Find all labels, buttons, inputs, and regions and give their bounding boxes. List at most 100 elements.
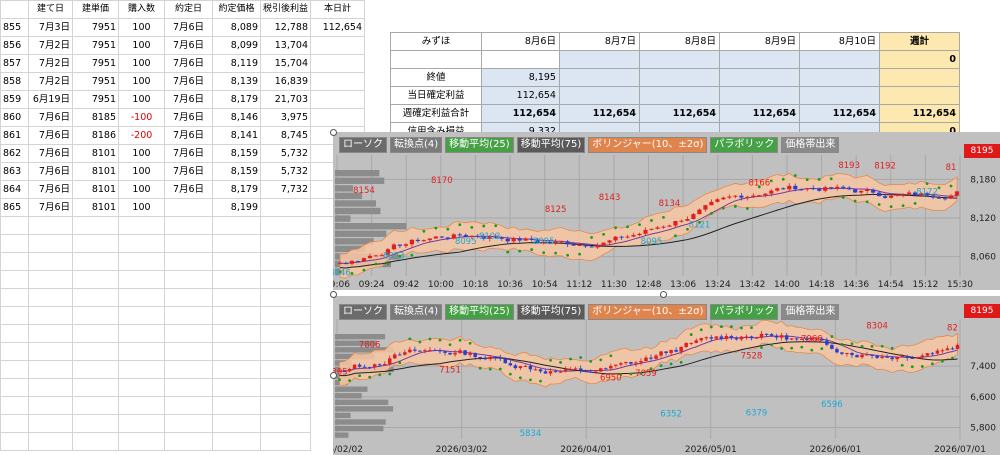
empty-row[interactable]	[0, 396, 365, 415]
cell-empty[interactable]	[0, 216, 29, 235]
cell-profit[interactable]: 5,732	[259, 144, 312, 163]
cell-sprice[interactable]: 8,139	[212, 72, 261, 91]
cell-empty[interactable]	[72, 414, 119, 433]
ma75-toggle[interactable]: 移動平均(75)	[516, 304, 586, 320]
bollinger-toggle[interactable]: ボリンジャー(10、±2σ)	[588, 304, 708, 320]
cell-qty[interactable]: -100	[118, 108, 165, 127]
cell-empty[interactable]	[118, 252, 165, 271]
cell-price[interactable]: 8101	[72, 162, 119, 181]
cell-empty[interactable]	[259, 324, 312, 343]
cell-sprice[interactable]: 8,089	[212, 18, 261, 37]
resize-handle[interactable]	[330, 129, 337, 136]
cell-price[interactable]: 7951	[72, 54, 119, 73]
table-row[interactable]: 859 6月19日 7951 100 7月6日 8,179 21,703	[0, 90, 366, 109]
cell-profit[interactable]: 5,732	[259, 162, 312, 181]
cell-empty[interactable]	[28, 414, 73, 433]
cell-empty[interactable]	[72, 234, 119, 253]
cell-empty[interactable]	[164, 396, 213, 415]
cell-empty[interactable]	[72, 288, 119, 307]
cell-qty[interactable]: 100	[118, 18, 165, 37]
cell-empty[interactable]	[0, 360, 29, 379]
turn-point-toggle[interactable]: 転換点(4)	[390, 137, 443, 153]
cell-no[interactable]: 860	[0, 108, 29, 127]
cell-empty[interactable]	[164, 378, 213, 397]
cell-empty[interactable]	[28, 342, 73, 361]
resize-handle[interactable]	[330, 291, 337, 298]
cell-empty[interactable]	[118, 396, 165, 415]
cell-price[interactable]: 7951	[72, 18, 119, 37]
cell-no[interactable]: 858	[0, 72, 29, 91]
cell-sprice[interactable]: 8,099	[212, 36, 261, 55]
cell-empty[interactable]	[28, 234, 73, 253]
cell-no[interactable]: 864	[0, 180, 29, 199]
cell-qty[interactable]: 100	[118, 180, 165, 199]
cell-today[interactable]	[310, 54, 366, 73]
cell-empty[interactable]	[0, 378, 29, 397]
cell-today[interactable]	[310, 90, 366, 109]
cell-empty[interactable]	[28, 396, 73, 415]
cell-qty[interactable]: 100	[118, 54, 165, 73]
cell-empty[interactable]	[164, 234, 213, 253]
cell-sprice[interactable]: 8,146	[212, 108, 261, 127]
cell-sprice[interactable]: 8,179	[212, 90, 261, 109]
cell-empty[interactable]	[0, 288, 29, 307]
cell-qty[interactable]: 100	[118, 198, 165, 217]
empty-row[interactable]	[0, 252, 365, 271]
table-row[interactable]: 863 7月6日 8101 100 7月6日 8,159 5,732	[0, 162, 366, 181]
volume-profile-toggle[interactable]: 価格帯出来	[781, 304, 840, 320]
cell-date[interactable]: 7月2日	[28, 72, 73, 91]
summary-cell[interactable]: 8,195	[480, 68, 560, 87]
week-cell[interactable]	[878, 86, 960, 105]
cell-empty[interactable]	[0, 432, 29, 451]
cell-settle[interactable]: 7月6日	[164, 162, 213, 181]
cell-price[interactable]: 8186	[72, 126, 119, 145]
cell-empty[interactable]	[72, 342, 119, 361]
cell-profit[interactable]	[259, 198, 312, 217]
summary-cell[interactable]	[718, 68, 800, 87]
cell-date[interactable]: 7月6日	[28, 162, 73, 181]
daily-chart[interactable]: 2026/02/02 2026/03/02 2026/04/01 2026/05/01…	[333, 296, 1000, 455]
table-row[interactable]: 855 7月3日 7951 100 7月6日 8,089 12,788 112,654	[0, 18, 366, 37]
cell-empty[interactable]	[72, 252, 119, 271]
summary-cell[interactable]	[558, 86, 640, 105]
cell-settle[interactable]: 7月6日	[164, 180, 213, 199]
cell-empty[interactable]	[118, 216, 165, 235]
ma75-toggle[interactable]: 移動平均(75)	[516, 137, 586, 153]
cell-date[interactable]: 7月6日	[28, 144, 73, 163]
cell-empty[interactable]	[28, 252, 73, 271]
cell-empty[interactable]	[118, 234, 165, 253]
cell-empty[interactable]	[259, 252, 312, 271]
cell-sprice[interactable]: 8,119	[212, 54, 261, 73]
cell-settle[interactable]: 7月6日	[164, 108, 213, 127]
summary-cell[interactable]	[798, 68, 880, 87]
cell-profit[interactable]: 21,703	[259, 90, 312, 109]
cell-empty[interactable]	[0, 270, 29, 289]
cell-empty[interactable]	[164, 414, 213, 433]
cell-empty[interactable]	[0, 306, 29, 325]
cell-empty[interactable]	[212, 270, 261, 289]
summary-cell[interactable]	[638, 86, 720, 105]
cell-today[interactable]: 112,654	[310, 18, 366, 37]
cell-no[interactable]: 865	[0, 198, 29, 217]
cell-empty[interactable]	[164, 288, 213, 307]
bollinger-toggle[interactable]: ボリンジャー(10、±2σ)	[588, 137, 708, 153]
cell-empty[interactable]	[212, 342, 261, 361]
table-row[interactable]: 862 7月6日 8101 100 7月6日 8,159 5,732	[0, 144, 366, 163]
cell-empty[interactable]	[164, 324, 213, 343]
cell-profit[interactable]: 7,732	[259, 180, 312, 199]
cell-price[interactable]: 8101	[72, 180, 119, 199]
cell-empty[interactable]	[28, 360, 73, 379]
summary-cell[interactable]	[798, 86, 880, 105]
turn-point-toggle[interactable]: 転換点(4)	[390, 304, 443, 320]
cell-sprice[interactable]: 8,179	[212, 180, 261, 199]
cell-settle[interactable]: 7月6日	[164, 36, 213, 55]
cell-profit[interactable]: 16,839	[259, 72, 312, 91]
cell-empty[interactable]	[28, 216, 73, 235]
summary-cell[interactable]	[638, 68, 720, 87]
cell-today[interactable]	[310, 108, 366, 127]
table-row[interactable]: 861 7月6日 8186 -200 7月6日 8,141 8,745	[0, 126, 366, 145]
cell-date[interactable]: 7月6日	[28, 180, 73, 199]
empty-row[interactable]	[0, 324, 365, 343]
empty-row[interactable]	[0, 270, 365, 289]
cell-sprice[interactable]: 8,159	[212, 144, 261, 163]
